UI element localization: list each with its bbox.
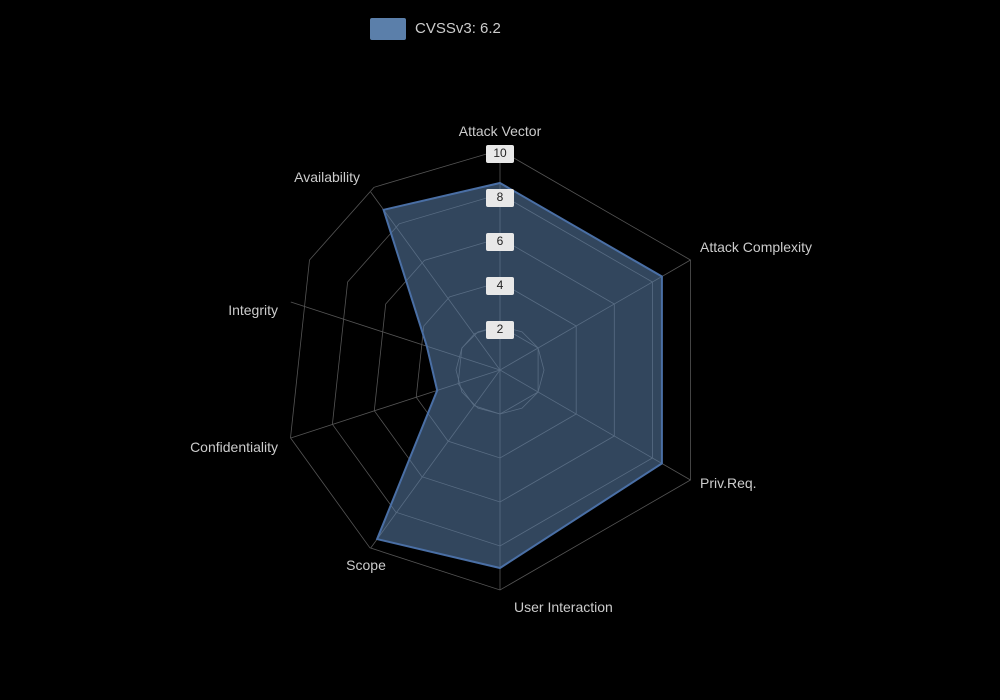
label-confidentiality: Confidentiality <box>190 439 278 455</box>
label-user-interaction: User Interaction <box>514 599 613 615</box>
legend-color-box <box>370 18 406 40</box>
label-availability: Availability <box>294 169 360 185</box>
label-priv-req: Priv.Req. <box>700 475 757 491</box>
label-attack-complexity: Attack Complexity <box>700 239 812 255</box>
cvss-data-polygon <box>377 183 662 568</box>
label-integrity: Integrity <box>228 302 278 318</box>
grid-label-2: 2 <box>497 322 504 336</box>
grid-label-8: 8 <box>497 190 504 204</box>
label-attack-vector: Attack Vector <box>459 123 542 139</box>
chart-container: CVSSv3: 6.2 <box>0 0 1000 700</box>
grid-label-4: 4 <box>497 278 504 292</box>
legend-label: CVSSv3: 6.2 <box>415 20 501 37</box>
label-scope: Scope <box>346 557 386 573</box>
grid-label-10: 10 <box>493 146 507 160</box>
grid-label-6: 6 <box>497 234 504 248</box>
